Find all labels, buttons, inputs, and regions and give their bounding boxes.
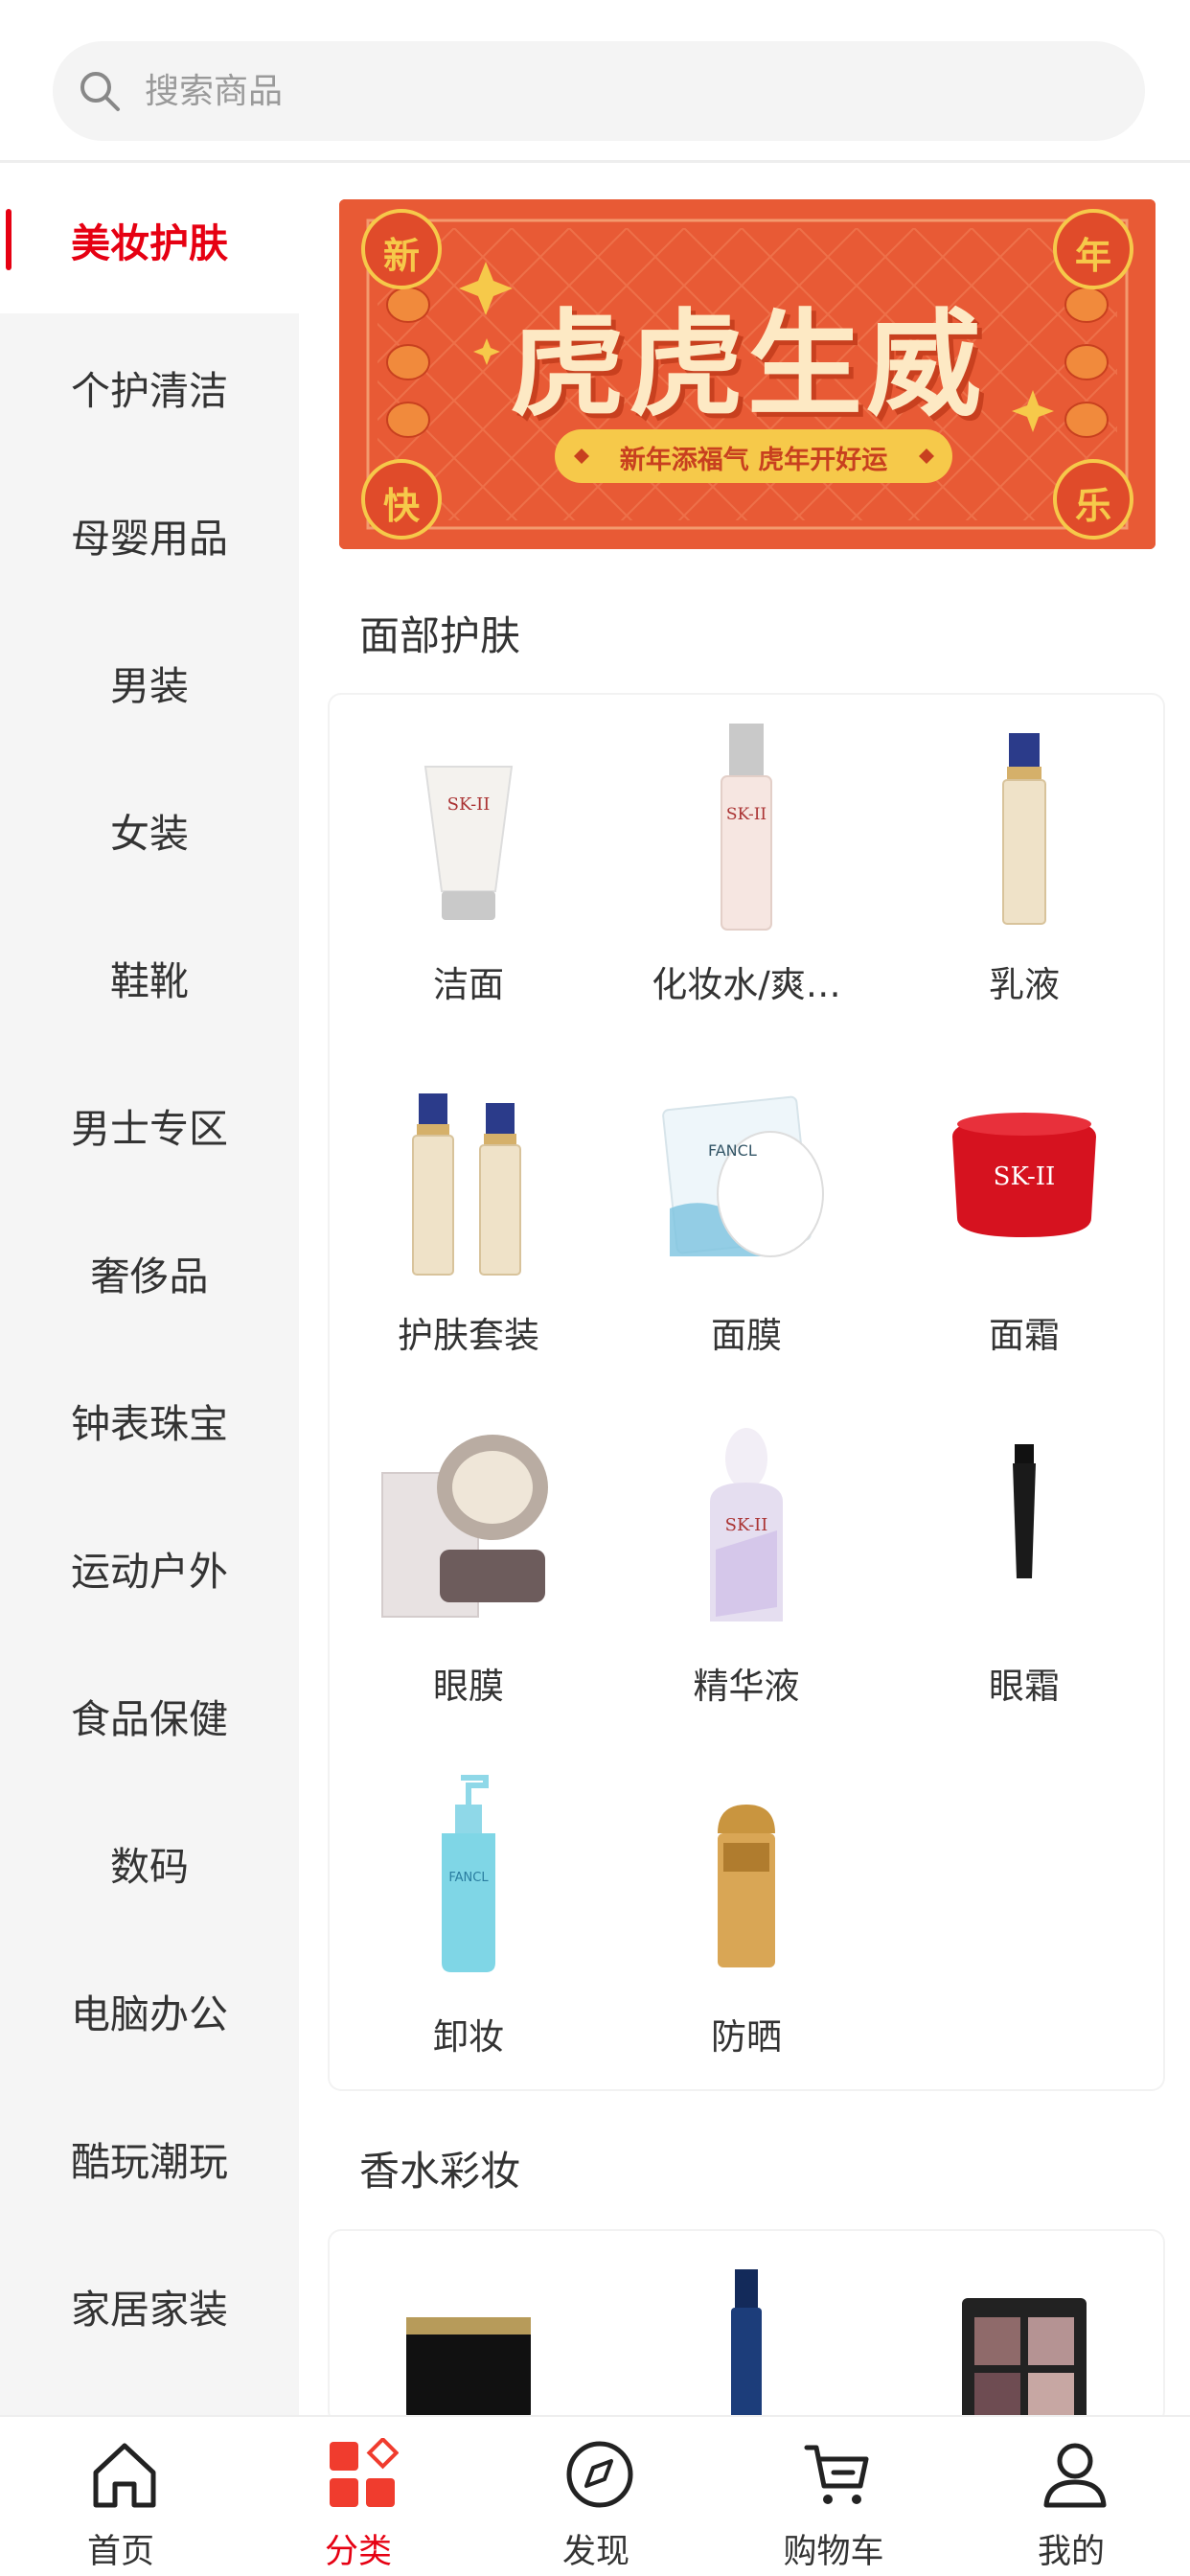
- category-label: 乳液: [989, 964, 1060, 1005]
- sidebar-item-digital[interactable]: 数码: [0, 1789, 299, 1937]
- category-eye-cream[interactable]: 眼霜: [885, 1396, 1163, 1747]
- cleanser-tube-icon: SK-II: [423, 766, 514, 920]
- nav-label: 购物车: [783, 2533, 884, 2571]
- section-title-face-care: 面部护肤: [359, 612, 521, 659]
- search-input[interactable]: [145, 58, 1103, 124]
- nav-profile[interactable]: 我的: [952, 2417, 1190, 2576]
- category-cleanser[interactable]: SK-II 洁面: [330, 695, 607, 1046]
- svg-text:SK-II: SK-II: [725, 1515, 768, 1535]
- category-label: 眼膜: [433, 1666, 504, 1707]
- category-icon: [330, 2438, 399, 2507]
- category-toner[interactable]: SK-II 化妆水/爽…: [607, 695, 885, 1046]
- cart-icon: [804, 2445, 869, 2504]
- category-label: 卸妆: [433, 2016, 504, 2058]
- search-box[interactable]: [53, 41, 1145, 141]
- banner-corner-3: 快: [382, 485, 420, 527]
- category-label: 洁面: [433, 964, 504, 1005]
- fragrance-makeup-grid: [330, 2231, 1163, 2423]
- eye-mask-jar-icon: [381, 1435, 548, 1618]
- user-icon: [1043, 2443, 1107, 2508]
- category-skincare-set[interactable]: 护肤套装: [330, 1046, 607, 1396]
- section-title-fragrance-makeup: 香水彩妆: [359, 2148, 521, 2195]
- sidebar-item-baby[interactable]: 母婴用品: [0, 461, 299, 609]
- category-label: 眼霜: [989, 1666, 1060, 1707]
- sidebar-item-sports[interactable]: 运动户外: [0, 1494, 299, 1642]
- category-makeup-remover[interactable]: FANCL 卸妆: [330, 1747, 607, 2098]
- search-icon: [80, 72, 120, 111]
- sidebar-item-shoes[interactable]: 鞋靴: [0, 904, 299, 1051]
- sidebar-item-computer-office[interactable]: 电脑办公: [0, 1937, 299, 2084]
- nav-label: 首页: [86, 2533, 154, 2571]
- banner-title: 虎虎生威: [510, 299, 985, 432]
- svg-text:SK-II: SK-II: [447, 794, 491, 815]
- category-serum[interactable]: SK-II 精华液: [607, 1396, 885, 1747]
- banner-corner-4: 乐: [1074, 485, 1111, 527]
- face-care-grid: SK-II 洁面 SK-II 化妆水/爽… 乳液 护肤套装 FANCL 面膜 S…: [330, 695, 1163, 2089]
- search-bar: [0, 0, 1190, 163]
- nav-discover[interactable]: 发现: [477, 2417, 715, 2576]
- sidebar-item-menswear[interactable]: 男装: [0, 609, 299, 756]
- category-label: 精华液: [693, 1666, 800, 1707]
- home-icon: [93, 2443, 156, 2508]
- sidebar-item-toys[interactable]: 酷玩潮玩: [0, 2084, 299, 2232]
- nav-label: 分类: [324, 2533, 392, 2571]
- nav-label: 我的: [1037, 2533, 1105, 2571]
- nav-home[interactable]: 首页: [2, 2417, 240, 2576]
- category-item[interactable]: [607, 2231, 885, 2423]
- sidebar-item-home[interactable]: 家居家装: [0, 2232, 299, 2380]
- svg-text:FANCL: FANCL: [708, 1141, 757, 1160]
- cream-jar-icon: SK-II: [952, 1113, 1096, 1237]
- cream-jar-black-icon: [406, 2317, 531, 2423]
- skincare-set-icon: [412, 1093, 521, 1276]
- category-sunscreen[interactable]: 防晒: [607, 1747, 885, 2098]
- eye-cream-icon: [1013, 1444, 1036, 1578]
- sidebar-item-food-health[interactable]: 食品保健: [0, 1642, 299, 1789]
- bottom-nav: 首页 分类 发现 购物车 我的: [0, 2415, 1190, 2576]
- sidebar-item-men-zone[interactable]: 男士专区: [0, 1051, 299, 1199]
- category-label: 防晒: [711, 2016, 782, 2058]
- sidebar-item-personal-care[interactable]: 个护清洁: [0, 313, 299, 461]
- sidebar-item-womenswear[interactable]: 女装: [0, 756, 299, 904]
- foundation-bottle-icon: [731, 2269, 762, 2423]
- sidebar-item-watches-jewelry[interactable]: 钟表珠宝: [0, 1346, 299, 1494]
- svg-text:FANCL: FANCL: [448, 1871, 489, 1885]
- toner-bottle-icon: SK-II: [721, 724, 772, 931]
- category-item[interactable]: [885, 2231, 1163, 2423]
- category-face-cream[interactable]: SK-II 面霜: [885, 1046, 1163, 1396]
- lotion-bottle-icon: [1002, 733, 1046, 925]
- category-label: 面膜: [711, 1315, 782, 1356]
- nav-cart[interactable]: 购物车: [715, 2417, 952, 2576]
- eyeshadow-palette-icon: [962, 2298, 1087, 2423]
- svg-text:SK-II: SK-II: [726, 805, 767, 824]
- category-eye-mask[interactable]: 眼膜: [330, 1396, 607, 1747]
- category-sidebar: 美妆护肤 个护清洁 母婴用品 男装 女装 鞋靴 男士专区 奢侈品 钟表珠宝 运动…: [0, 166, 299, 2415]
- banner-subtitle: 新年添福气 虎年开好运: [619, 446, 888, 475]
- category-label: 化妆水/爽…: [652, 964, 841, 1005]
- compass-icon: [566, 2441, 633, 2508]
- promo-banner[interactable]: 新 年 快 乐 虎虎生威 新年添福气 虎年开好运: [339, 199, 1156, 549]
- svg-text:SK-II: SK-II: [994, 1162, 1056, 1191]
- category-face-mask[interactable]: FANCL 面膜: [607, 1046, 885, 1396]
- nav-category[interactable]: 分类: [240, 2417, 477, 2576]
- makeup-remover-icon: FANCL: [442, 1775, 495, 1972]
- sidebar-item-beauty[interactable]: 美妆护肤: [0, 166, 299, 313]
- face-mask-icon: FANCL: [662, 1095, 824, 1257]
- category-label: 面霜: [989, 1315, 1060, 1356]
- sunscreen-icon: [718, 1805, 775, 1967]
- nav-label: 发现: [561, 2533, 629, 2571]
- sidebar-item-luxury[interactable]: 奢侈品: [0, 1199, 299, 1346]
- category-item[interactable]: [330, 2231, 607, 2423]
- category-label: 护肤套装: [398, 1315, 539, 1356]
- serum-bottle-icon: SK-II: [710, 1428, 783, 1622]
- category-lotion[interactable]: 乳液: [885, 695, 1163, 1046]
